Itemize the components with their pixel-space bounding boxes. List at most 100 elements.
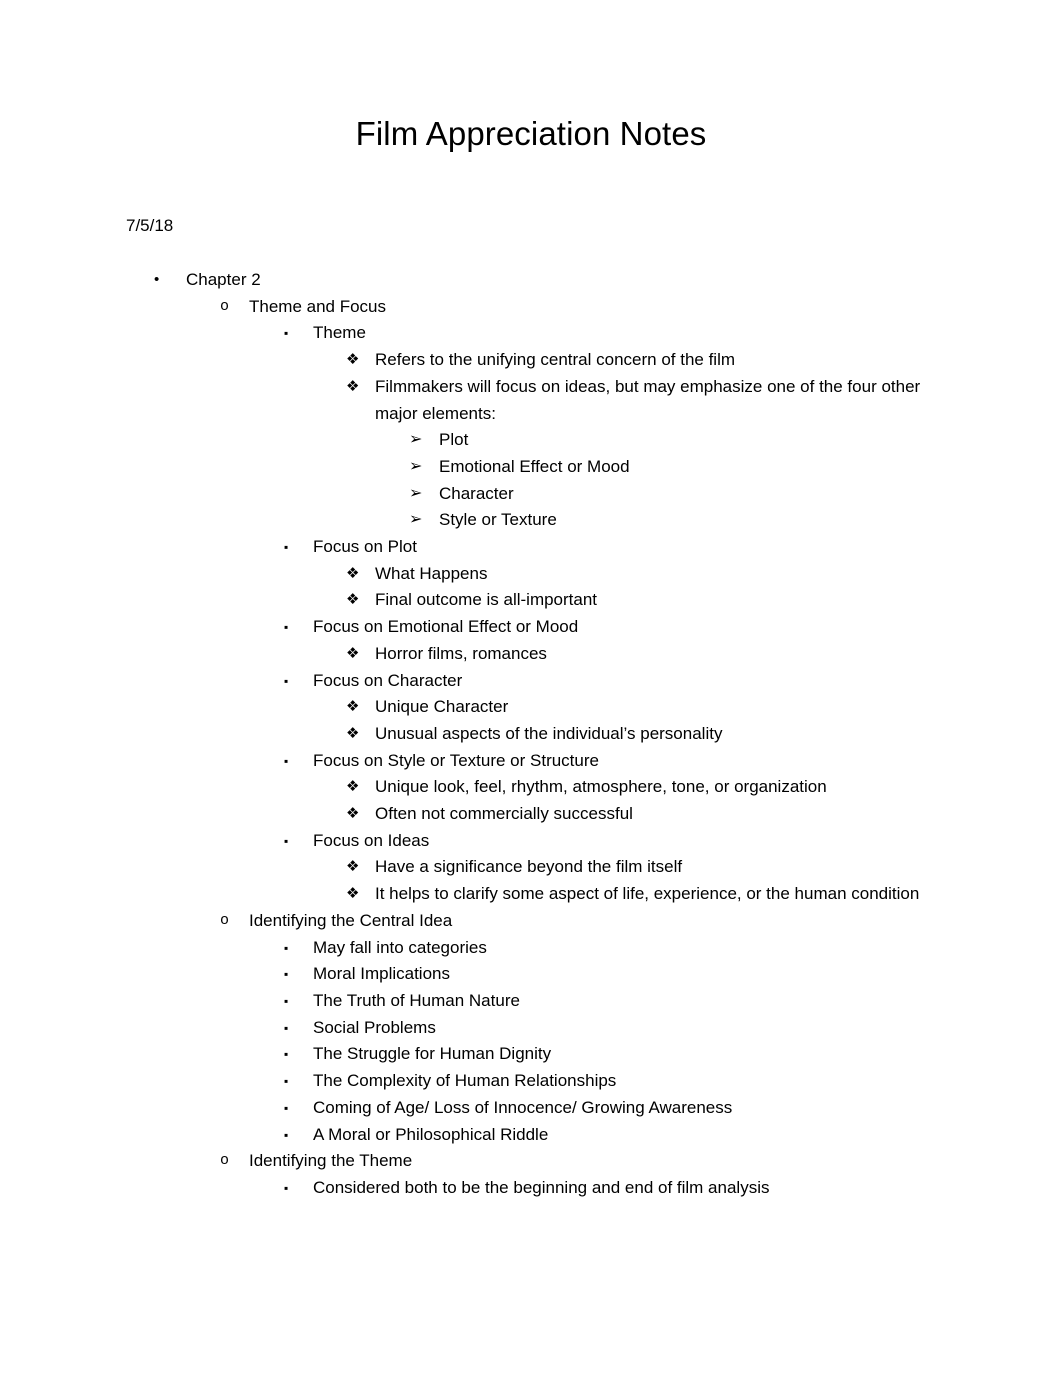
outline-item-level-3: ▪ Theme xyxy=(0,320,1062,347)
outline-item-text: Identifying the Central Idea xyxy=(249,910,453,930)
square-bullet-icon: ▪ xyxy=(284,940,289,955)
square-bullet-icon: ▪ xyxy=(284,673,289,688)
outline-item-level-3: ▪ The Complexity of Human Relationships xyxy=(0,1068,1062,1095)
disc-bullet-icon: • xyxy=(154,271,160,288)
outline-item-text: Focus on Plot xyxy=(313,537,417,557)
outline-item-level-3: ▪ Considered both to be the beginning and… xyxy=(0,1175,1062,1202)
square-bullet-icon: ▪ xyxy=(284,993,289,1008)
outline-item-text: Refers to the unifying central concern o… xyxy=(375,350,736,370)
outline-item-text: Often not commercially successful xyxy=(375,804,633,824)
square-bullet-icon: ▪ xyxy=(284,833,289,848)
outline-item-level-2: o Theme and Focus xyxy=(0,294,1062,321)
outline-item-level-4: ❖ It helps to clarify some aspect of life… xyxy=(0,881,1062,908)
outline-item-text: It helps to clarify some aspect of life,… xyxy=(375,884,920,904)
outline-item-level-4: ❖ Final outcome is all-important xyxy=(0,587,1062,614)
diamond-bullet-icon: ❖ xyxy=(346,805,360,823)
outline-item-text: Unique Character xyxy=(375,697,509,717)
outline-item-level-4: ❖ Unusual aspects of the individual’s per… xyxy=(0,721,1062,748)
outline-item-text: Chapter 2 xyxy=(186,270,261,289)
outline-item-level-5: ➢ Plot xyxy=(0,427,1062,454)
diamond-bullet-icon: ❖ xyxy=(346,564,360,582)
outline-item-level-4: ❖ Often not commercially successful xyxy=(0,801,1062,828)
diamond-bullet-icon: ❖ xyxy=(346,377,360,395)
outline-item-text: The Complexity of Human Relationships xyxy=(313,1071,617,1091)
outline-item-level-5: ➢ Style or Texture xyxy=(0,507,1062,534)
diamond-bullet-icon: ❖ xyxy=(346,351,360,369)
outline-item-text: Plot xyxy=(439,430,469,450)
outline-item-text: Identifying the Theme xyxy=(249,1151,413,1171)
outline-item-level-3: ▪ Focus on Ideas xyxy=(0,828,1062,855)
outline-item-level-2: o Identifying the Central Idea xyxy=(0,908,1062,935)
square-bullet-icon: ▪ xyxy=(284,1020,289,1035)
diamond-bullet-icon: ❖ xyxy=(346,778,360,796)
outline-item-text: Moral Implications xyxy=(313,964,450,984)
outline-item-level-3: ▪ Focus on Emotional Effect or Mood xyxy=(0,614,1062,641)
outline-item-text: May fall into categories xyxy=(313,937,487,957)
arrowhead-bullet-icon: ➢ xyxy=(409,431,423,449)
arrowhead-bullet-icon: ➢ xyxy=(409,457,423,475)
outline-item-text: Considered both to be the beginning and … xyxy=(313,1177,770,1197)
square-bullet-icon: ▪ xyxy=(284,1074,289,1089)
square-bullet-icon: ▪ xyxy=(284,326,289,341)
outline-item-text: The Struggle for Human Dignity xyxy=(313,1044,552,1064)
outline-item-text: Horror films, romances xyxy=(375,643,547,663)
outline-item-level-3: ▪ Moral Implications xyxy=(0,961,1062,988)
outline-item-text: Focus on Emotional Effect or Mood xyxy=(313,617,579,637)
outline-item-text: Focus on Ideas xyxy=(313,830,430,850)
outline-item-text: Style or Texture xyxy=(439,510,557,530)
arrowhead-bullet-icon: ➢ xyxy=(409,484,423,502)
outline-item-level-1: • Chapter 2 xyxy=(0,267,1062,294)
outline-item-text: Final outcome is all-important xyxy=(375,590,598,610)
outline-item-level-3: ▪ May fall into categories xyxy=(0,935,1062,962)
diamond-bullet-icon: ❖ xyxy=(346,698,360,716)
circle-letter-bullet-icon: o xyxy=(220,297,230,315)
square-bullet-icon: ▪ xyxy=(284,1127,289,1142)
outline-item-level-4: ❖ Horror films, romances xyxy=(0,641,1062,668)
outline-item-level-3: ▪ The Struggle for Human Dignity xyxy=(0,1041,1062,1068)
outline-item-text: Have a significance beyond the film itse… xyxy=(375,857,683,877)
outline-list: • Chapter 2 o Theme and Focus ▪ Theme ❖ Refers … xyxy=(0,267,1062,1202)
outline-item-level-3: ▪ Focus on Character xyxy=(0,668,1062,695)
outline-item-level-3: ▪ The Truth of Human Nature xyxy=(0,988,1062,1015)
outline-item-level-4: ❖ What Happens xyxy=(0,561,1062,588)
diamond-bullet-icon: ❖ xyxy=(346,591,360,609)
diamond-bullet-icon: ❖ xyxy=(346,858,360,876)
outline-item-text: What Happens xyxy=(375,563,488,583)
document-date: 7/5/18 xyxy=(126,216,174,235)
diamond-bullet-icon: ❖ xyxy=(346,885,360,903)
outline-item-text: Theme and Focus xyxy=(249,296,387,316)
diamond-bullet-icon: ❖ xyxy=(346,644,360,662)
outline-item-text: Social Problems xyxy=(313,1017,436,1037)
square-bullet-icon: ▪ xyxy=(284,1100,289,1115)
outline-item-text: Coming of Age/ Loss of Innocence/ Growin… xyxy=(313,1097,733,1117)
outline-item-text: The Truth of Human Nature xyxy=(313,990,520,1010)
diamond-bullet-icon: ❖ xyxy=(346,724,360,742)
outline-item-level-3: ▪ Social Problems xyxy=(0,1015,1062,1042)
square-bullet-icon: ▪ xyxy=(284,540,289,555)
outline-item-level-3: ▪ A Moral or Philosophical Riddle xyxy=(0,1122,1062,1149)
outline-item-text: Unique look, feel, rhythm, atmosphere, t… xyxy=(375,777,827,797)
outline-item-level-3: ▪ Coming of Age/ Loss of Innocence/ Growi… xyxy=(0,1095,1062,1122)
square-bullet-icon: ▪ xyxy=(284,967,289,982)
outline-item-text: Character xyxy=(439,483,514,503)
square-bullet-icon: ▪ xyxy=(284,1180,289,1195)
outline-item-text: Focus on Style or Texture or Structure xyxy=(313,750,599,770)
outline-item-level-5: ➢ Character xyxy=(0,481,1062,508)
square-bullet-icon: ▪ xyxy=(284,753,289,768)
outline-item-level-4: ❖ Have a significance beyond the film its… xyxy=(0,854,1062,881)
outline-item-level-4: ❖ Refers to the unifying central concern … xyxy=(0,347,1062,374)
outline-item-level-2: o Identifying the Theme xyxy=(0,1148,1062,1175)
outline-item-level-4: ❖ Unique look, feel, rhythm, atmosphere, … xyxy=(0,774,1062,801)
square-bullet-icon: ▪ xyxy=(284,1047,289,1062)
outline-item-text: Unusual aspects of the individual’s pers… xyxy=(375,723,723,743)
page-title: Film Appreciation Notes xyxy=(355,115,707,152)
outline-item-level-3: ▪ Focus on Plot xyxy=(0,534,1062,561)
document-page: Film Appreciation Notes 7/5/18 • Chapter … xyxy=(0,0,1062,1377)
outline-item-level-4: ❖ Filmmakers will focus on ideas, but may… xyxy=(0,374,1062,427)
outline-item-level-5: ➢ Emotional Effect or Mood xyxy=(0,454,1062,481)
arrowhead-bullet-icon: ➢ xyxy=(409,511,423,529)
outline-item-text: Focus on Character xyxy=(313,670,463,690)
outline-item-level-3: ▪ Focus on Style or Texture or Structure xyxy=(0,748,1062,775)
outline-item-text: A Moral or Philosophical Riddle xyxy=(313,1124,549,1144)
outline-item-level-4: ❖ Unique Character xyxy=(0,694,1062,721)
